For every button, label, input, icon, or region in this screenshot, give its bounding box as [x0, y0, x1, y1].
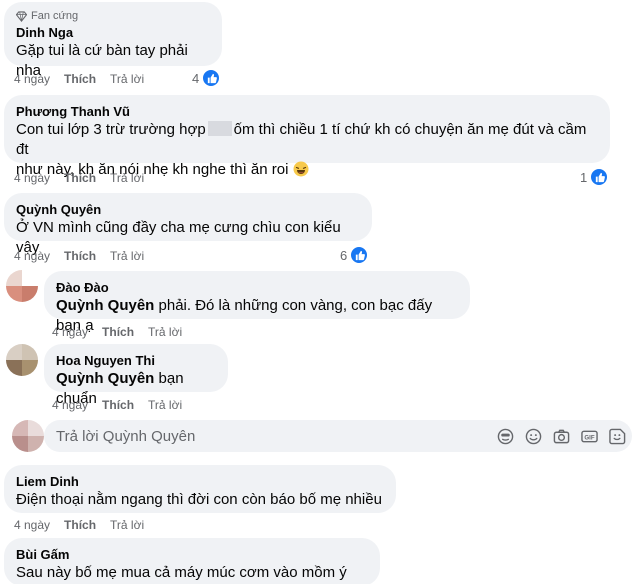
comment-author[interactable]: Bùi Gấm: [16, 546, 368, 563]
comment-author[interactable]: Quỳnh Quyên: [16, 201, 360, 218]
diamond-icon: [16, 10, 27, 22]
avatar[interactable]: [6, 344, 38, 376]
reaction-count[interactable]: 1: [580, 168, 609, 186]
comment-author[interactable]: Liem Dinh: [16, 473, 384, 490]
like-reaction-icon: [590, 168, 609, 186]
reply-button[interactable]: Trả lời: [110, 72, 144, 86]
like-button[interactable]: Thích: [64, 72, 96, 86]
like-reaction-icon: [202, 69, 221, 87]
svg-text:GIF: GIF: [584, 434, 594, 441]
comment-author[interactable]: Phương Thanh Vũ: [16, 103, 598, 120]
comment-actions: 4 ngày Thích Trả lời: [14, 72, 144, 86]
reply-bubble: Hoa Nguyen Thi Quỳnh Quyên bạn chuẩn: [44, 344, 228, 407]
avatar[interactable]: [6, 270, 38, 302]
like-button[interactable]: Thích: [64, 518, 96, 532]
comment-text: Điện thoại nằm ngang thì đời con còn báo…: [16, 491, 382, 508]
like-reaction-icon: [350, 246, 369, 264]
gif-icon[interactable]: GIF: [580, 427, 598, 445]
like-button[interactable]: Thích: [64, 249, 96, 263]
comment-time[interactable]: 4 ngày: [14, 518, 50, 532]
comment-time[interactable]: 4 ngày: [14, 72, 50, 86]
comment-author[interactable]: Dinh Nga: [16, 24, 210, 41]
comment-bubble: Liem Dinh Điện thoại nằm ngang thì đời c…: [4, 465, 396, 513]
current-user-avatar[interactable]: [12, 420, 44, 452]
reaction-count[interactable]: 6: [340, 246, 369, 264]
comment-bubble: Bùi Gấm Sau này bố mẹ mua cả máy múc cơm…: [4, 538, 380, 584]
comment-time[interactable]: 4 ngày: [52, 325, 88, 339]
camera-icon[interactable]: [552, 427, 570, 445]
comment-bubble: Phương Thanh Vũ Con tui lớp 3 trừ trường…: [4, 95, 610, 178]
comment-author[interactable]: Đào Đào: [56, 279, 458, 296]
comment-bubble: Quỳnh Quyên Ở VN mình cũng đầy cha mẹ cư…: [4, 193, 372, 256]
like-button[interactable]: Thích: [64, 171, 96, 185]
mention-link[interactable]: Quỳnh Quyên: [56, 370, 154, 387]
like-button[interactable]: Thích: [102, 325, 134, 339]
reaction-count[interactable]: 4: [192, 69, 221, 87]
comment-time[interactable]: 4 ngày: [14, 171, 50, 185]
reply-placeholder: Trả lời Quỳnh Quyên: [56, 427, 196, 445]
fan-badge: Fan cứng: [16, 10, 210, 22]
comment-actions: 4 ngày Thích Trả lời: [52, 398, 182, 412]
comment-text: Con tui lớp 3 trừ trường hợp ốm thì chiều…: [16, 121, 587, 158]
reply-input[interactable]: Trả lời Quỳnh Quyên GIF: [44, 420, 632, 452]
avatar-sticker-icon[interactable]: [496, 427, 514, 445]
reply-bubble: Đào Đào Quỳnh Quyên phải. Đó là những co…: [44, 271, 470, 334]
comment-actions: 4 ngày Thích Trả lời: [14, 518, 144, 532]
badge-label: Fan cứng: [31, 10, 79, 22]
comment-actions: 4 ngày Thích Trả lời: [14, 171, 144, 185]
comment-actions: 4 ngày Thích Trả lời: [52, 325, 182, 339]
like-button[interactable]: Thích: [102, 398, 134, 412]
comment-actions: 4 ngày Thích Trả lời: [14, 249, 144, 263]
reply-button[interactable]: Trả lời: [110, 171, 144, 185]
comment-author[interactable]: Hoa Nguyen Thi: [56, 352, 216, 369]
comment-time[interactable]: 4 ngày: [52, 398, 88, 412]
comment-time[interactable]: 4 ngày: [14, 249, 50, 263]
reply-button[interactable]: Trả lời: [148, 398, 182, 412]
reply-button[interactable]: Trả lời: [110, 249, 144, 263]
sticker-icon[interactable]: [608, 427, 626, 445]
comment-text: Sau này bố mẹ mua cả máy múc cơm vào mồm…: [16, 564, 347, 581]
redacted-block: [207, 121, 232, 136]
laughing-emoji-icon: [293, 161, 309, 177]
emoji-icon[interactable]: [524, 427, 542, 445]
reply-button[interactable]: Trả lời: [110, 518, 144, 532]
comment-bubble: Fan cứng Dinh Nga Gặp tui là cứ bàn tay …: [4, 2, 222, 79]
mention-link[interactable]: Quỳnh Quyên: [56, 297, 154, 314]
reply-button[interactable]: Trả lời: [148, 325, 182, 339]
reply-tools: GIF: [496, 427, 632, 445]
